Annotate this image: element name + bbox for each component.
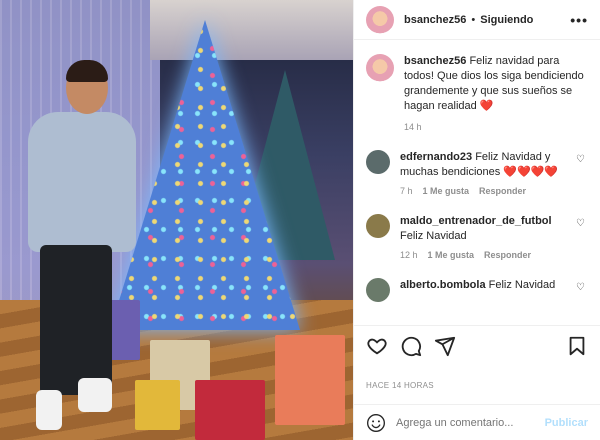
photo-gift: [275, 335, 345, 425]
comment-icon[interactable]: [400, 335, 422, 357]
comment-username[interactable]: alberto.bombola: [400, 279, 486, 291]
author-username[interactable]: bsanchez56: [404, 14, 466, 26]
comment-likes[interactable]: 1 Me gusta: [428, 250, 475, 260]
comment-avatar[interactable]: [366, 278, 390, 302]
caption-avatar[interactable]: [366, 54, 394, 82]
heart-emoji: ❤️: [479, 100, 494, 112]
post-photo[interactable]: [0, 0, 353, 440]
photo-person-shoe: [78, 378, 112, 412]
comment-username[interactable]: maldo_entrenador_de_futbol: [400, 215, 552, 227]
comment-item: alberto.bombola Feliz Navidad ♡: [366, 278, 588, 302]
photo-gift: [135, 380, 180, 430]
post-sidebar: bsanchez56 • Siguiendo ••• bsanchez56 Fe…: [353, 0, 600, 440]
caption-text: bsanchez56 Feliz navidad para todos! Que…: [404, 54, 588, 114]
comments-list[interactable]: bsanchez56 Feliz navidad para todos! Que…: [354, 40, 600, 325]
photo-gift: [195, 380, 265, 440]
comment-time: 7 h: [400, 186, 413, 196]
more-options-icon[interactable]: •••: [570, 12, 588, 28]
save-icon[interactable]: [566, 335, 588, 357]
photo-person-legs: [40, 245, 112, 395]
comment-likes[interactable]: 1 Me gusta: [423, 186, 470, 196]
comment-like-icon[interactable]: ♡: [576, 218, 588, 229]
post-caption: bsanchez56 Feliz navidad para todos! Que…: [366, 54, 588, 114]
caption-time: 14 h: [404, 122, 422, 132]
comment-avatar[interactable]: [366, 150, 390, 174]
post-comment-button[interactable]: Publicar: [545, 417, 588, 429]
emoji-icon[interactable]: [366, 413, 386, 433]
separator-dot: •: [471, 13, 476, 26]
photo-person-shoe: [36, 390, 62, 430]
action-bar: [354, 325, 600, 365]
comment-item: edfernando23 Feliz Navidad y muchas bend…: [366, 150, 588, 196]
comment-like-icon[interactable]: ♡: [576, 282, 588, 293]
reply-button[interactable]: Responder: [484, 250, 531, 260]
comment-item: maldo_entrenador_de_futbol Feliz Navidad…: [366, 214, 588, 260]
comment-text: Feliz Navidad: [488, 279, 556, 291]
photo-person-shirt: [28, 112, 136, 252]
comment-avatar[interactable]: [366, 214, 390, 238]
comment-username[interactable]: edfernando23: [400, 151, 472, 163]
share-icon[interactable]: [434, 335, 456, 357]
comment-like-icon[interactable]: ♡: [576, 154, 588, 165]
caption-username[interactable]: bsanchez56: [404, 55, 466, 67]
comment-input[interactable]: [396, 416, 545, 429]
reply-button[interactable]: Responder: [479, 186, 526, 196]
post-timestamp: HACE 14 HORAS: [366, 381, 434, 390]
comment-text: Feliz Navidad: [400, 230, 467, 242]
comment-composer: Publicar: [354, 404, 600, 440]
author-avatar[interactable]: [366, 5, 394, 34]
comment-time: 12 h: [400, 250, 418, 260]
heart-icon[interactable]: [366, 335, 388, 357]
post-header: bsanchez56 • Siguiendo •••: [354, 0, 600, 40]
follow-status-button[interactable]: Siguiendo: [480, 14, 533, 26]
